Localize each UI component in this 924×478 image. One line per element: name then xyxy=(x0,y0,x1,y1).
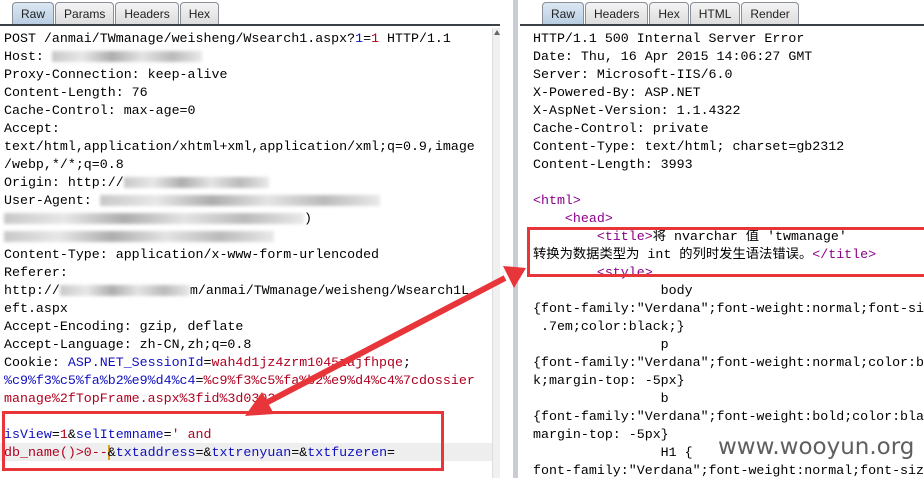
annotation-arrow xyxy=(245,266,526,416)
arrow-head-right xyxy=(503,266,526,288)
watermark: www.wooyun.org xyxy=(718,434,915,460)
arrow-shaft xyxy=(260,275,507,408)
